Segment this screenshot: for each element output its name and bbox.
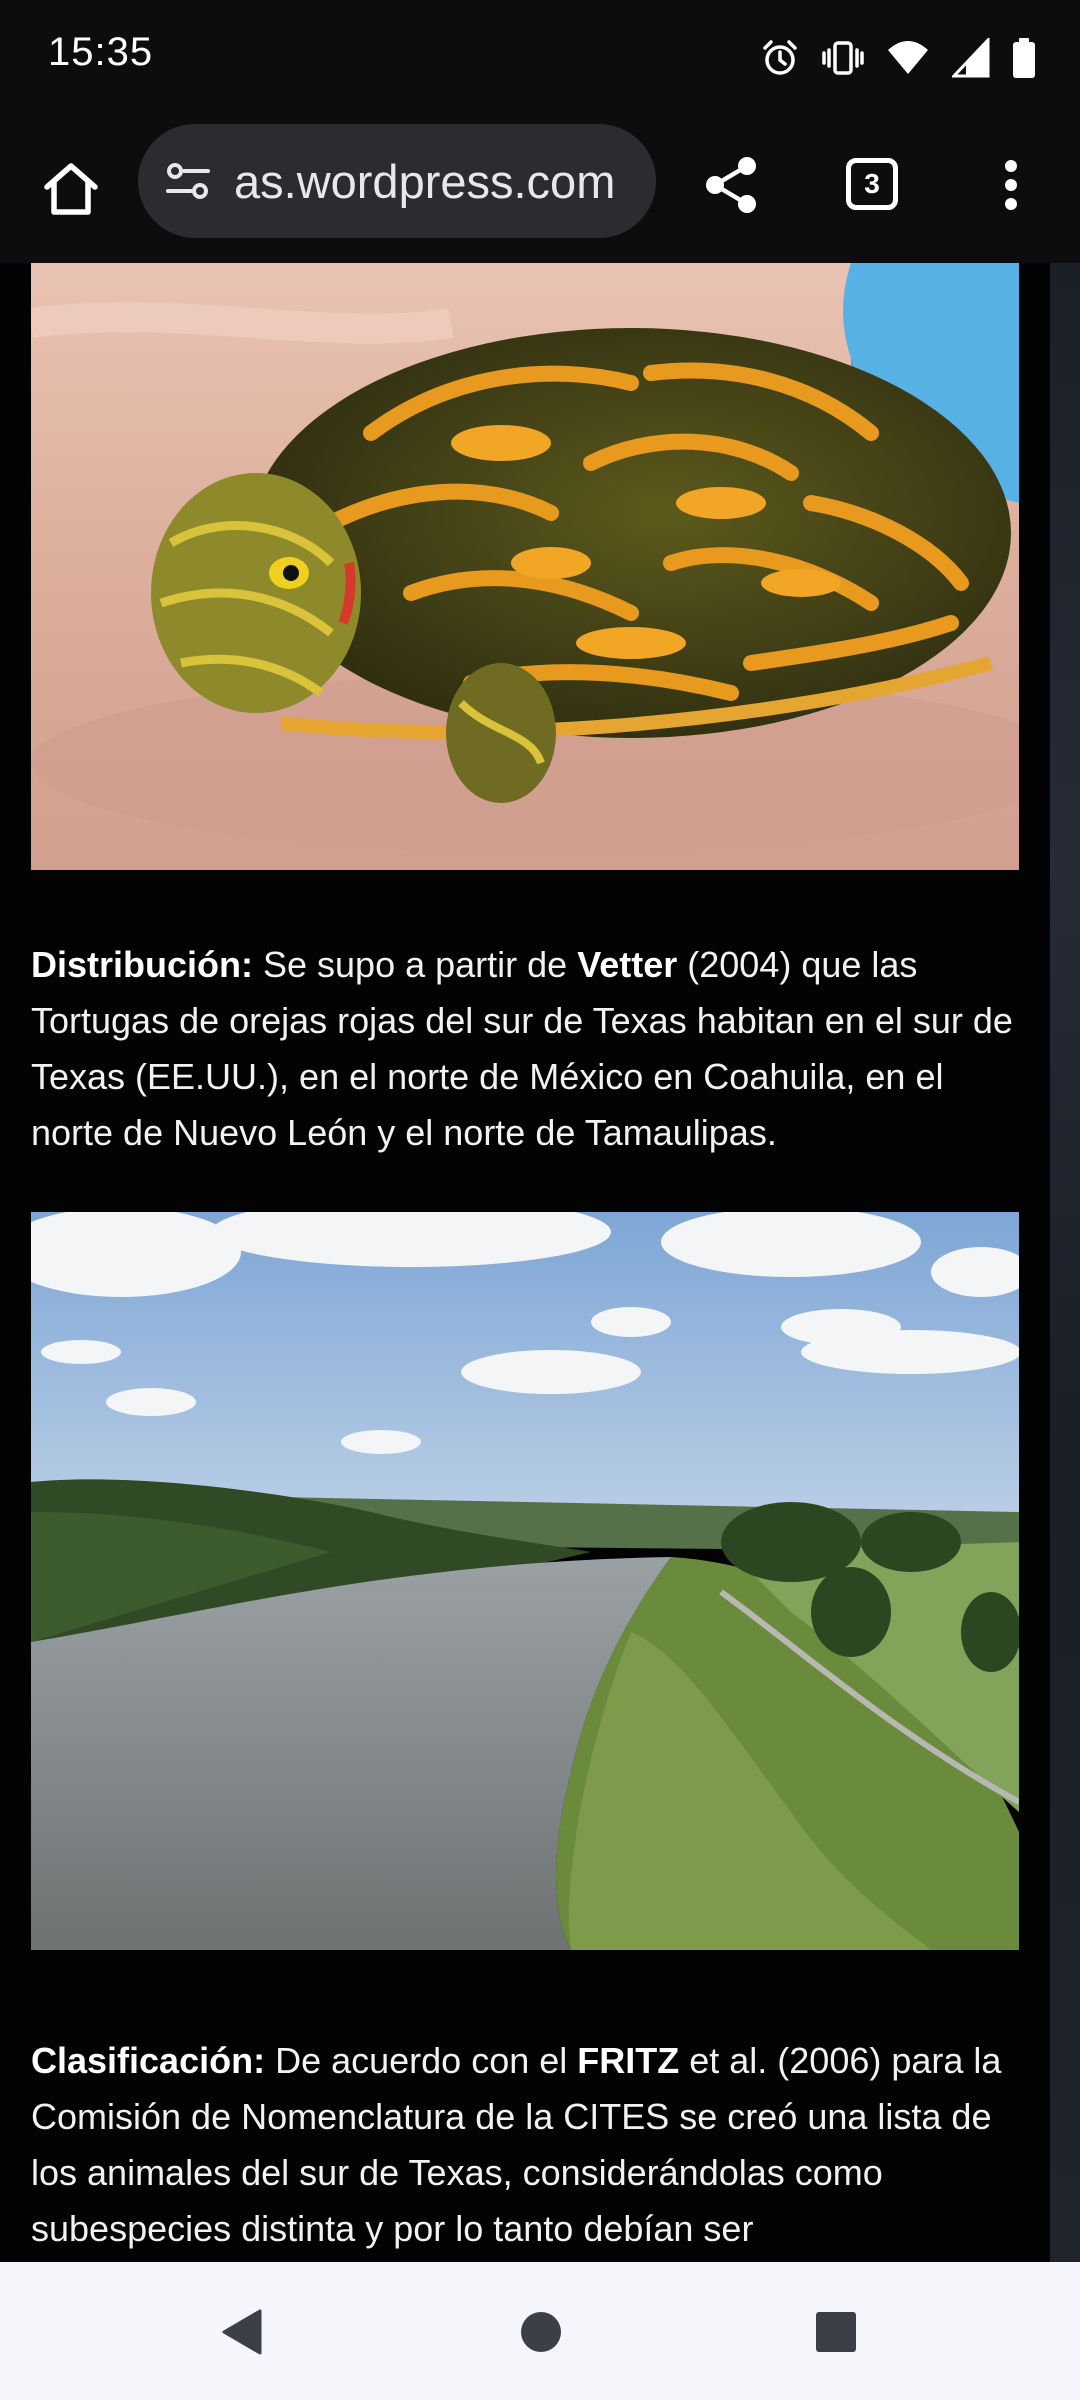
tab-switcher-button[interactable]: 3 (846, 158, 898, 210)
alarm-icon (760, 38, 800, 78)
browser-toolbar: as.wordpress.com 3 (0, 118, 1080, 263)
tab-count: 3 (864, 168, 880, 199)
river-photo (31, 1212, 1019, 1950)
turtle-photo (31, 263, 1019, 870)
back-button[interactable] (212, 2302, 272, 2362)
battery-icon (1012, 37, 1036, 79)
classification-text-1: De acuerdo con el (265, 2040, 578, 2081)
recents-button[interactable] (806, 2302, 866, 2362)
distribution-paragraph: Distribución: Se supo a partir de Vetter… (31, 937, 1021, 1161)
distribution-author: Vetter (577, 944, 678, 985)
navigation-bar (0, 2262, 1080, 2400)
vibrate-icon (822, 38, 864, 78)
address-bar[interactable]: as.wordpress.com (138, 124, 656, 238)
distribution-text-1: Se supo a partir de (253, 944, 578, 985)
classification-author: FRITZ (577, 2040, 680, 2081)
distribution-label: Distribución: (31, 944, 253, 985)
page-side-background (1050, 263, 1080, 2262)
signal-icon (952, 38, 990, 78)
classification-paragraph: Clasificación: De acuerdo con el FRITZ e… (31, 2033, 1021, 2257)
share-button[interactable] (696, 150, 766, 220)
back-icon (222, 2309, 262, 2355)
home-icon (44, 163, 98, 215)
status-icons (760, 34, 1036, 82)
url-text: as.wordpress.com (234, 154, 616, 208)
home-circle-icon (521, 2312, 561, 2352)
share-icon (706, 157, 756, 213)
site-settings-icon[interactable] (162, 155, 214, 207)
more-vert-icon (1005, 160, 1017, 210)
status-bar: 15:35 (0, 0, 1080, 118)
more-menu-button[interactable] (986, 150, 1036, 220)
status-time: 15:35 (48, 30, 154, 74)
home-button[interactable] (36, 154, 106, 224)
wifi-icon (886, 38, 930, 78)
classification-label: Clasificación: (31, 2040, 266, 2081)
page-content[interactable]: Distribución: Se supo a partir de Vetter… (0, 263, 1050, 2262)
home-nav-button[interactable] (511, 2302, 571, 2362)
recents-icon (816, 2312, 856, 2352)
